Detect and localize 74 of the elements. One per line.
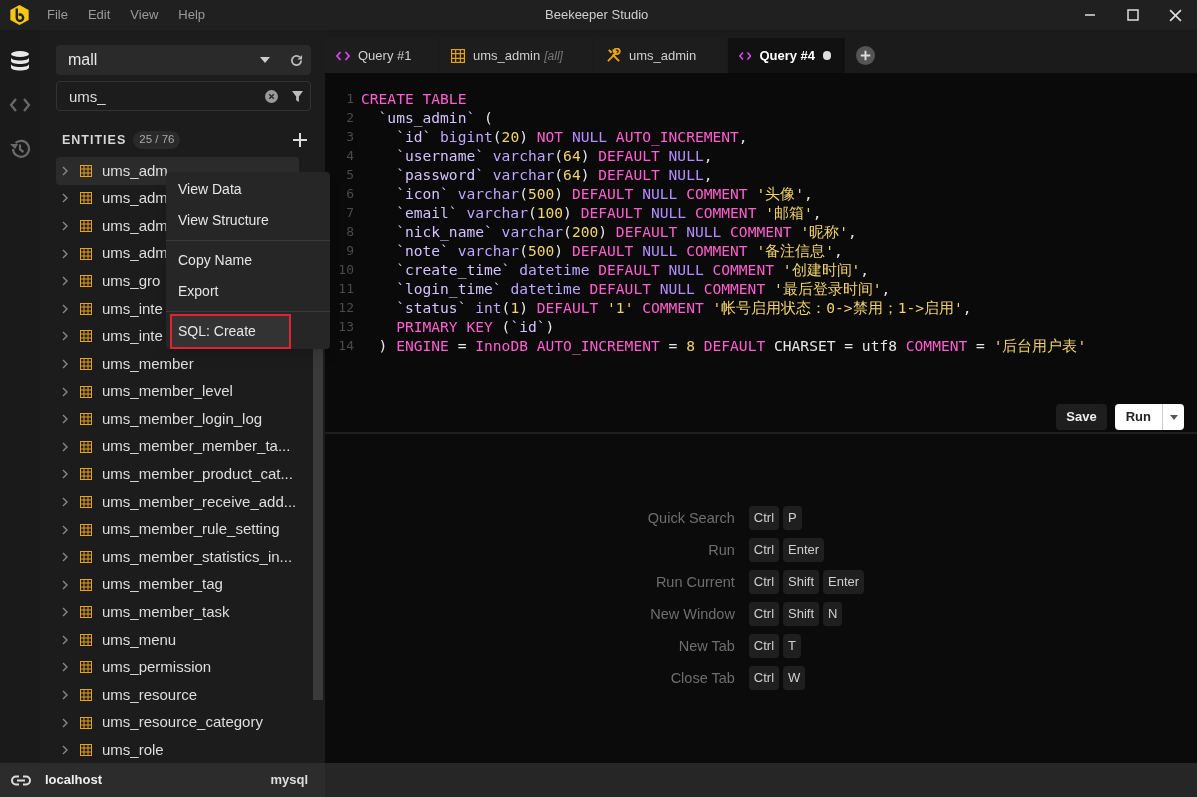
entity-name: ums_member: [102, 353, 194, 374]
key-cap: Ctrl: [748, 538, 780, 562]
count-badge: 25 / 76: [133, 131, 181, 149]
entity-name: ums_inte: [102, 326, 163, 347]
entity-name: ums_member_rule_setting: [102, 519, 280, 540]
entity-name: ums_inte: [102, 298, 163, 319]
key-cap: Ctrl: [748, 570, 780, 594]
driver-label: mysql: [270, 771, 308, 790]
entity-name: ums_adm: [102, 215, 168, 236]
section-heading: ENTITIES: [62, 131, 127, 149]
key-cap: Enter: [823, 570, 865, 594]
entity-name: ums_member_member_ta...: [102, 436, 291, 457]
code-line: `email` varchar(100) DEFAULT NULL COMMENT '邮箱',: [395, 203, 822, 222]
line-number: 6: [345, 185, 355, 203]
entity-name: ums_adm: [102, 160, 168, 181]
code-line: ) ENGINE = InnoDB AUTO_INCREMENT = 8 DEFAULT CHARSET = utf8 COMMENT = '后台用户表': [377, 336, 1087, 355]
line-number: 11: [337, 280, 355, 298]
line-number: 8: [345, 223, 355, 241]
code-line: `password` varchar(64) DEFAULT NULL,: [395, 165, 713, 184]
key-cap: Shift: [783, 570, 820, 594]
code-line: `id` bigint(20) NOT NULL AUTO_INCREMENT,: [395, 127, 748, 146]
line-number: 9: [345, 242, 355, 260]
key-cap: Enter: [783, 538, 825, 562]
entity-name: ums_member_statistics_in...: [102, 546, 293, 567]
line-number: 7: [345, 204, 355, 222]
entity-name: ums_role: [102, 740, 164, 760]
key-cap: Ctrl: [748, 602, 780, 626]
code-line: PRIMARY KEY (`id`): [395, 317, 555, 336]
entity-name: ums_member_receive_add...: [102, 491, 297, 512]
key-cap: N: [823, 602, 843, 626]
code-line: `icon` varchar(500) DEFAULT NULL COMMENT '头像',: [395, 184, 813, 203]
entity-name: ums_member_tag: [102, 574, 223, 595]
code-line: `status` int(1) DEFAULT '1' COMMENT '帐号启用状态：0->禁用；1->启用',: [395, 298, 972, 317]
window-title: Beekeeper Studio: [545, 6, 649, 25]
entity-name: ums_adm: [102, 188, 168, 209]
line-number: 5: [345, 166, 355, 184]
entity-name: ums_member_task: [102, 602, 230, 623]
line-number: 14: [337, 337, 355, 355]
entity-name: ums_resource: [102, 684, 198, 705]
line-number: 1: [345, 90, 355, 108]
line-number: 10: [337, 261, 355, 279]
code-line: `ums_admin` (: [377, 108, 493, 127]
key-cap: W: [783, 666, 806, 690]
shortcut-label: Close Tab: [669, 669, 735, 688]
line-number: 2: [345, 109, 355, 127]
key-cap: P: [783, 506, 802, 530]
code-line: CREATE TABLE: [361, 89, 467, 108]
code-line: `login_time` datetime DEFAULT NULL COMMENT '最后登录时间',: [395, 279, 891, 298]
entity-name: ums_adm: [102, 243, 168, 264]
code-line: `create_time` datetime DEFAULT NULL COMMENT '创建时间',: [395, 260, 870, 279]
entity-name: ums_member_product_cat...: [102, 464, 293, 485]
entity-name: ums_member_level: [102, 381, 233, 402]
key-cap: T: [783, 634, 802, 658]
shortcut-label: Run Current: [654, 573, 735, 592]
entity-name: ums_menu: [102, 629, 177, 650]
key-cap: Shift: [783, 602, 820, 626]
line-number: 4: [345, 147, 355, 165]
entity-name: ums_permission: [102, 657, 212, 678]
entity-name: ums_gro: [102, 270, 161, 291]
shortcut-label: New Tab: [677, 637, 735, 656]
code-line: `nick_name` varchar(200) DEFAULT NULL COMMENT '昵称',: [395, 222, 857, 241]
line-number: 13: [337, 318, 355, 336]
key-cap: Ctrl: [748, 634, 780, 658]
key-cap: Ctrl: [748, 506, 780, 530]
code-line: `note` varchar(500) DEFAULT NULL COMMENT '备注信息',: [395, 241, 843, 260]
shortcut-label: Run: [707, 541, 735, 560]
key-cap: Ctrl: [748, 666, 780, 690]
line-number: 3: [345, 128, 355, 146]
entity-name: ums_resource_category: [102, 712, 263, 733]
shortcut-label: New Window: [649, 605, 735, 624]
entity-name: ums_member_login_log: [102, 408, 263, 429]
code-line: `username` varchar(64) DEFAULT NULL,: [395, 146, 713, 165]
line-number: 12: [337, 299, 355, 317]
shortcut-label: Quick Search: [647, 509, 735, 528]
